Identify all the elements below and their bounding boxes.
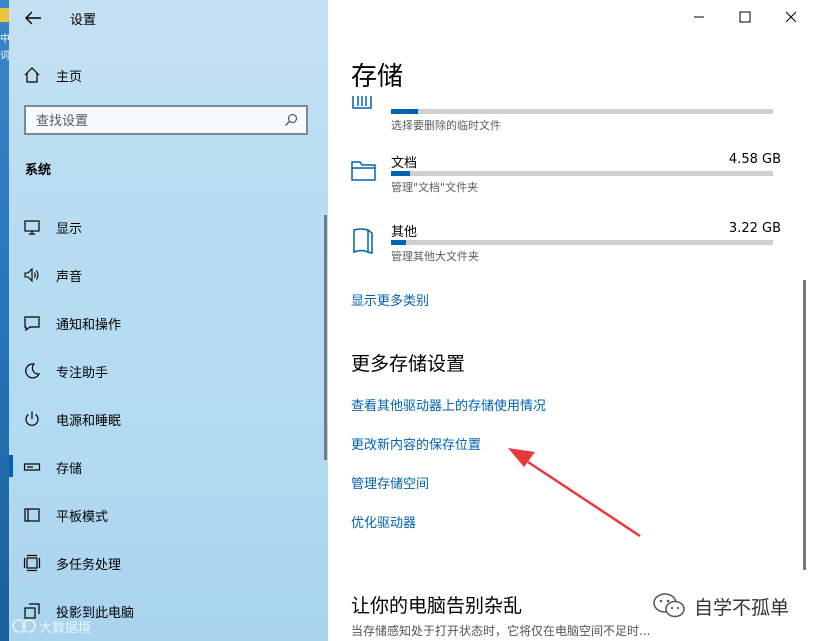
notification-icon	[24, 316, 40, 332]
sidebar-item-label: 多任务处理	[56, 558, 122, 573]
sidebar-item-label: 显示	[56, 222, 83, 237]
main-panel: 存储 选择要删除的临时文件 文档 4.58 GB 管理"文档"文件夹 其他 3.…	[328, 0, 816, 641]
power-icon	[25, 411, 39, 426]
search-input[interactable]	[34, 111, 278, 131]
sidebar-scrollbar[interactable]	[324, 215, 327, 460]
window-title: 设置	[70, 13, 97, 28]
search-box[interactable]	[24, 105, 308, 135]
desktop-icon[interactable]	[0, 8, 9, 22]
sidebar-item-label: 存储	[56, 462, 83, 477]
settings-window: 设置 主页 系统 显示	[9, 0, 816, 641]
multitask-icon	[23, 554, 41, 572]
sidebar-item-label: 电源和睡眠	[56, 414, 122, 429]
home-icon	[24, 67, 40, 83]
watermark-logo-icon	[12, 619, 36, 633]
sidebar-item-label: 通知和操作	[56, 318, 122, 333]
wechat-icon	[653, 593, 685, 618]
sidebar-item-label: 主页	[56, 70, 83, 85]
speaker-icon	[24, 267, 39, 283]
back-arrow-icon	[25, 11, 41, 25]
desktop-background: 中 词	[0, 0, 10, 641]
sidebar-item-storage[interactable]: 存储	[9, 446, 319, 486]
annotation-arrow	[508, 448, 641, 538]
sidebar-item-label: 声音	[56, 270, 83, 285]
tablet-icon	[24, 508, 40, 522]
sidebar-item-notifications[interactable]: 通知和操作	[9, 302, 319, 342]
sidebar-item-sound[interactable]: 声音	[9, 254, 319, 294]
sidebar-item-focus-assist[interactable]: 专注助手	[9, 350, 319, 390]
watermark-text: 自学不孤单	[694, 597, 790, 619]
watermark-text: 大数据境	[39, 621, 92, 636]
section-label: 系统	[25, 163, 52, 178]
back-button[interactable]	[21, 6, 45, 30]
sidebar-item-tablet-mode[interactable]: 平板模式	[9, 494, 319, 534]
storage-drive-icon	[23, 463, 41, 471]
search-icon[interactable]	[284, 113, 298, 127]
sidebar-item-label: 平板模式	[56, 510, 109, 525]
moon-icon	[25, 363, 41, 379]
sidebar-item-multitasking[interactable]: 多任务处理	[9, 542, 319, 582]
sidebar: 设置 主页 系统 显示	[9, 0, 328, 641]
sidebar-item-display[interactable]: 显示	[9, 206, 319, 246]
sidebar-item-power[interactable]: 电源和睡眠	[9, 398, 319, 438]
watermark-right: 自学不孤单	[650, 590, 800, 620]
monitor-icon	[24, 220, 40, 235]
sidebar-item-label: 专注助手	[56, 366, 109, 381]
sidebar-item-home[interactable]: 主页	[9, 54, 319, 94]
